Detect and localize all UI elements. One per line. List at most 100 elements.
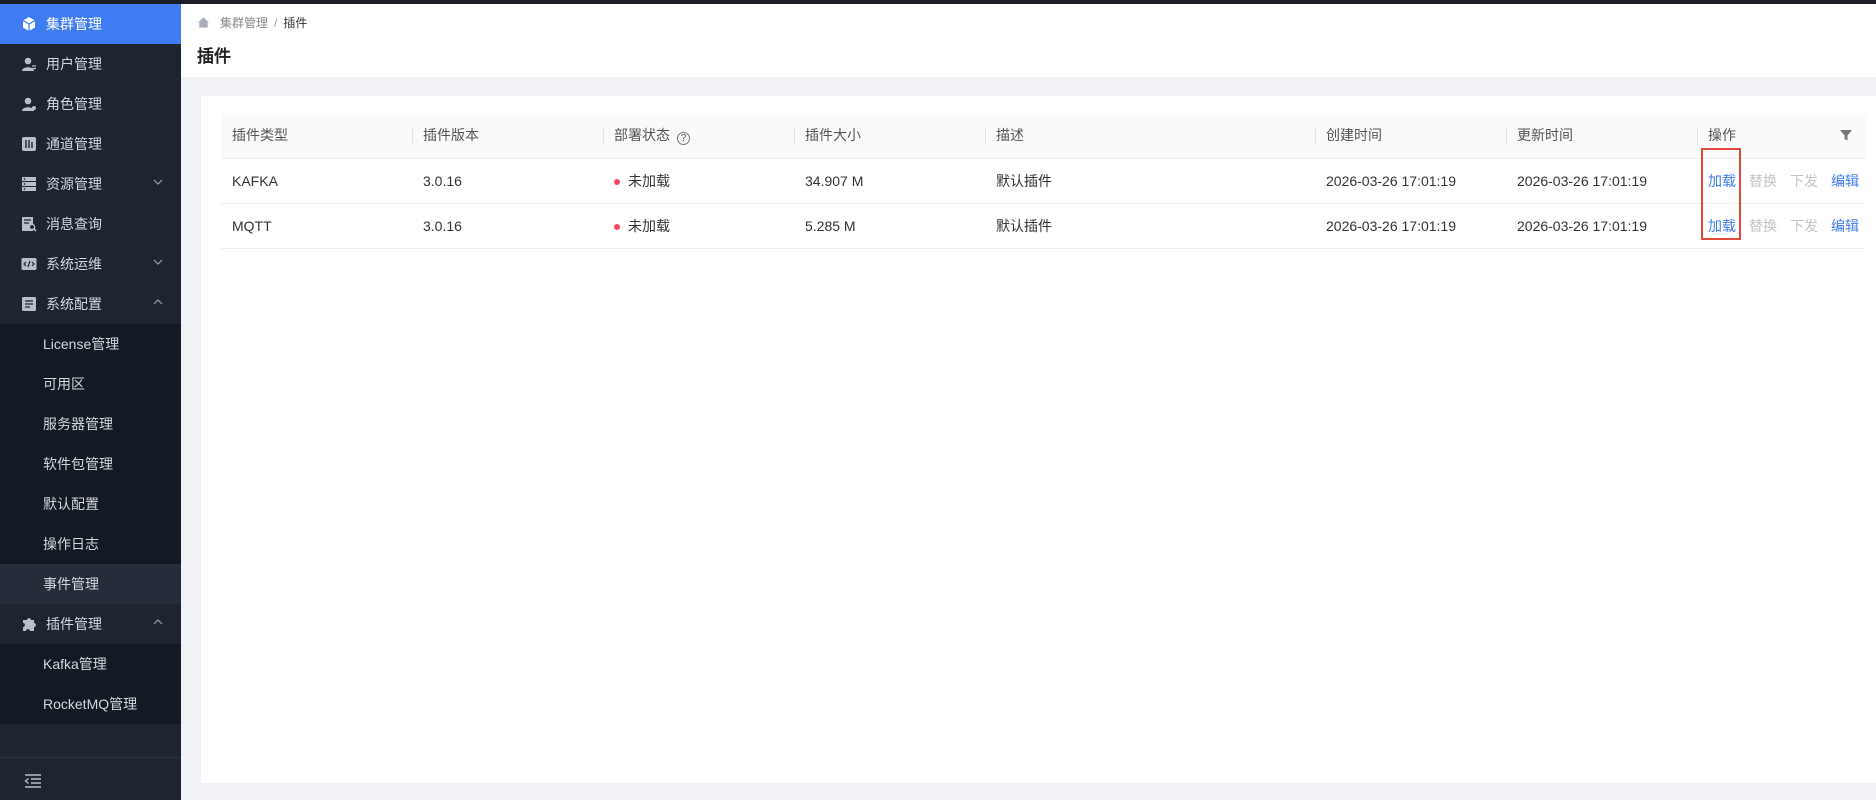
table-row: KAFKA 3.0.16 未加载 34.907 M 默认插件 2026-03-2…	[221, 158, 1865, 204]
sidebar-subitem-label: License管理	[43, 336, 120, 352]
load-button[interactable]: 加载	[1708, 216, 1736, 236]
sidebar-item-system-config[interactable]: 系统配置	[0, 284, 181, 324]
sidebar-item-cluster[interactable]: 集群管理	[0, 4, 181, 44]
page-title: 插件	[197, 47, 231, 66]
sidebar-item-label: 资源管理	[46, 176, 102, 192]
user-icon	[22, 57, 36, 71]
sidebar-item-roles[interactable]: 角色管理	[0, 84, 181, 124]
column-header-actions: 操作	[1697, 113, 1865, 159]
column-header-label: 插件大小	[805, 127, 861, 144]
dispatch-button[interactable]: 下发	[1790, 216, 1818, 236]
breadcrumb-separator: /	[274, 15, 278, 30]
sidebar-item-label: 集群管理	[46, 16, 102, 32]
channel-icon	[22, 137, 36, 151]
menu-fold-icon[interactable]	[24, 772, 42, 790]
column-header-label: 插件版本	[423, 127, 479, 144]
dispatch-button[interactable]: 下发	[1790, 171, 1818, 191]
load-button[interactable]: 加载	[1708, 171, 1736, 191]
cell-size: 34.907 M	[794, 158, 985, 204]
cell-type: MQTT	[221, 203, 412, 249]
column-header-created: 创建时间	[1315, 113, 1506, 159]
column-header-type: 插件类型	[221, 113, 412, 159]
sidebar-item-availability-zone[interactable]: 可用区	[0, 364, 181, 404]
sidebar-item-default-config[interactable]: 默认配置	[0, 484, 181, 524]
column-header-label: 更新时间	[1517, 127, 1573, 144]
column-header-label: 插件类型	[232, 127, 288, 144]
cell-status: 未加载	[603, 203, 794, 249]
sidebar-item-packages[interactable]: 软件包管理	[0, 444, 181, 484]
chevron-down-icon	[153, 259, 163, 265]
sidebar-item-events[interactable]: 事件管理	[0, 564, 181, 604]
table-row: MQTT 3.0.16 未加载 5.285 M 默认插件 2026-03-26 …	[221, 203, 1865, 249]
content-card: 插件类型 插件版本 部署状态? 插件大小 描述 创建时间 更新时间 操作 KAF…	[201, 96, 1876, 783]
cell-created: 2026-03-26 17:01:19	[1315, 203, 1506, 249]
sidebar: 集群管理 用户管理 角色管理 通道管理 资源管理 消息查询 系统运维 系统配置 …	[0, 4, 181, 800]
chevron-up-icon	[153, 619, 163, 625]
sidebar-item-license[interactable]: License管理	[0, 324, 181, 364]
cell-created: 2026-03-26 17:01:19	[1315, 158, 1506, 204]
cell-desc: 默认插件	[985, 203, 1315, 249]
sidebar-item-label: 角色管理	[46, 96, 102, 112]
cell-actions: 加载 替换 下发 编辑	[1697, 203, 1865, 249]
replace-button[interactable]: 替换	[1749, 216, 1777, 236]
cell-type: KAFKA	[221, 158, 412, 204]
edit-button[interactable]: 编辑	[1831, 216, 1859, 236]
cell-status: 未加载	[603, 158, 794, 204]
sidebar-item-plugins[interactable]: 插件管理	[0, 604, 181, 644]
sidebar-item-ops[interactable]: 系统运维	[0, 244, 181, 284]
puzzle-icon	[23, 618, 36, 631]
breadcrumb-current: 插件	[283, 16, 308, 30]
sidebar-item-rocketmq[interactable]: RocketMQ管理	[0, 684, 181, 724]
page-header: 集群管理 / 插件 插件	[181, 4, 1876, 77]
column-header-label: 操作	[1708, 127, 1736, 144]
sidebar-footer	[0, 757, 181, 800]
role-icon	[22, 97, 36, 111]
sidebar-item-label: 系统运维	[46, 256, 102, 272]
sidebar-item-label: 用户管理	[46, 56, 102, 72]
sidebar-item-label: 消息查询	[46, 216, 102, 232]
sidebar-item-kafka[interactable]: Kafka管理	[0, 644, 181, 684]
cell-size: 5.285 M	[794, 203, 985, 249]
status-dot	[614, 178, 620, 185]
sidebar-item-label: 通道管理	[46, 136, 102, 152]
sidebar-item-label: 系统配置	[46, 296, 102, 312]
cell-desc: 默认插件	[985, 158, 1315, 204]
column-header-size: 插件大小	[794, 113, 985, 159]
column-header-status: 部署状态?	[603, 113, 794, 159]
sidebar-subitem-label: 事件管理	[43, 576, 99, 592]
cube-icon	[22, 17, 36, 31]
cell-updated: 2026-03-26 17:01:19	[1506, 203, 1697, 249]
column-header-label: 部署状态	[614, 127, 670, 144]
sidebar-item-label: 插件管理	[46, 616, 102, 632]
sidebar-subitem-label: RocketMQ管理	[43, 696, 138, 712]
column-header-updated: 更新时间	[1506, 113, 1697, 159]
sidebar-item-resources[interactable]: 资源管理	[0, 164, 181, 204]
chevron-down-icon	[153, 179, 163, 185]
sidebar-item-operation-log[interactable]: 操作日志	[0, 524, 181, 564]
sidebar-item-channels[interactable]: 通道管理	[0, 124, 181, 164]
code-icon	[21, 258, 37, 270]
sidebar-subitem-label: 默认配置	[43, 496, 99, 512]
breadcrumb-root[interactable]: 集群管理	[220, 14, 268, 31]
sidebar-item-users[interactable]: 用户管理	[0, 44, 181, 84]
sidebar-item-message-query[interactable]: 消息查询	[0, 204, 181, 244]
sidebar-subitem-label: Kafka管理	[43, 656, 107, 672]
sidebar-item-servers[interactable]: 服务器管理	[0, 404, 181, 444]
sidebar-subitem-label: 软件包管理	[43, 456, 113, 472]
replace-button[interactable]: 替换	[1749, 171, 1777, 191]
filter-icon[interactable]	[1839, 128, 1853, 142]
cell-updated: 2026-03-26 17:01:19	[1506, 158, 1697, 204]
chevron-up-icon	[153, 299, 163, 305]
help-icon[interactable]: ?	[677, 132, 690, 146]
cell-version: 3.0.16	[412, 203, 603, 249]
message-search-icon	[22, 217, 37, 232]
edit-button[interactable]: 编辑	[1831, 171, 1859, 191]
sidebar-subitem-label: 可用区	[43, 376, 85, 392]
column-header-label: 描述	[996, 127, 1024, 144]
status-dot	[614, 223, 620, 230]
status-text: 未加载	[628, 172, 670, 189]
home-icon[interactable]	[197, 16, 210, 29]
sidebar-subitem-label: 操作日志	[43, 536, 99, 552]
breadcrumb: 集群管理 / 插件	[197, 14, 307, 31]
column-header-version: 插件版本	[412, 113, 603, 159]
